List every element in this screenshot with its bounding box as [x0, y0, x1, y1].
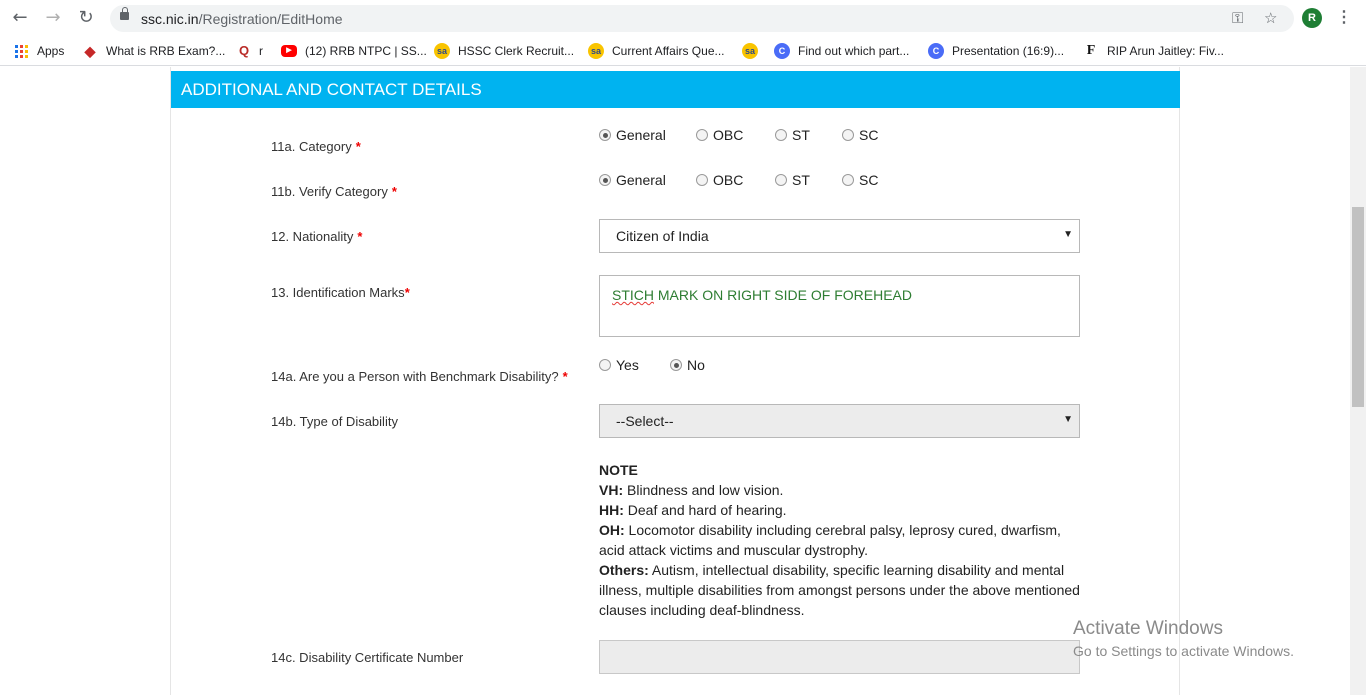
f-icon: F	[1086, 43, 1096, 58]
category-sc-radio[interactable]: SC	[842, 127, 878, 143]
page-content: ADDITIONAL AND CONTACT DETAILS 11a. Cate…	[0, 67, 1350, 695]
disability-yes-radio[interactable]: Yes	[599, 357, 639, 373]
quora-icon: Q	[238, 43, 250, 58]
apps-grid-icon	[15, 44, 28, 58]
benchmark-disability-label: 14a. Are you a Person with Benchmark Dis…	[271, 369, 568, 384]
nationality-select[interactable]: Citizen of India ▼	[599, 219, 1080, 253]
bookmark-current-affairs[interactable]: sa Current Affairs Que...	[588, 42, 725, 60]
sa-icon: sa	[434, 43, 450, 59]
bookmarks-bar: Apps ◆ What is RRB Exam?... Q r ▶ (12) R…	[0, 36, 1366, 66]
form-card: ADDITIONAL AND CONTACT DETAILS 11a. Cate…	[170, 67, 1180, 695]
dropdown-arrow-icon: ▼	[1063, 229, 1073, 240]
reload-icon[interactable]: ↻	[76, 8, 96, 28]
bookmark-rrb-exam[interactable]: ◆ What is RRB Exam?...	[82, 42, 226, 60]
category-general-radio[interactable]: General	[599, 127, 666, 143]
bookmark-apps[interactable]: Apps	[15, 42, 64, 60]
bookmark-find-out[interactable]: C Find out which part...	[774, 42, 909, 60]
identification-marks-label: 13. Identification Marks*	[271, 285, 410, 300]
sa-icon: sa	[588, 43, 604, 59]
note-vh: VH: Blindness and low vision.	[599, 482, 784, 498]
star-icon[interactable]: ☆	[1264, 9, 1277, 27]
category-st-radio[interactable]: ST	[775, 127, 810, 143]
sa-icon: sa	[742, 43, 758, 59]
disability-no-radio[interactable]: No	[670, 357, 705, 373]
identification-marks-textarea[interactable]: STICH MARK ON RIGHT SIDE OF FOREHEAD	[599, 275, 1080, 337]
verify-category-st-radio[interactable]: ST	[775, 172, 810, 188]
lock-icon	[120, 7, 129, 20]
browser-toolbar: ← → ↻ ssc.nic.in/Registration/EditHome ⚿…	[0, 0, 1366, 36]
profile-avatar[interactable]: R	[1302, 8, 1322, 28]
page-scrollbar[interactable]	[1350, 67, 1366, 695]
url-text: ssc.nic.in/Registration/EditHome	[141, 11, 343, 27]
section-header: ADDITIONAL AND CONTACT DETAILS	[171, 71, 1180, 108]
bookmark-presentation[interactable]: C Presentation (16:9)...	[928, 42, 1064, 60]
category-obc-radio[interactable]: OBC	[696, 127, 743, 143]
bookmark-rip-arun[interactable]: F RIP Arun Jaitley: Fiv...	[1083, 42, 1224, 60]
verify-category-label: 11b. Verify Category *	[271, 184, 397, 199]
key-icon[interactable]: ⚿	[1232, 9, 1243, 27]
forward-arrow-icon[interactable]: →	[43, 8, 63, 28]
back-arrow-icon[interactable]: ←	[10, 8, 30, 28]
disability-certificate-label: 14c. Disability Certificate Number	[271, 650, 464, 665]
verify-category-obc-radio[interactable]: OBC	[696, 172, 743, 188]
dropdown-arrow-icon: ▼	[1063, 414, 1073, 425]
disability-type-select[interactable]: --Select-- ▼	[599, 404, 1080, 438]
c-icon: C	[774, 43, 790, 59]
note-others: Others: Autism, intellectual disability,…	[599, 562, 1080, 618]
activate-windows-watermark: Activate Windows Go to Settings to activ…	[1073, 618, 1294, 659]
note-hh: HH: Deaf and hard of hearing.	[599, 502, 787, 518]
address-bar[interactable]: ssc.nic.in/Registration/EditHome ⚿ ☆	[110, 5, 1294, 32]
menu-icon[interactable]: ⋮	[1336, 7, 1352, 27]
bookmark-quora[interactable]: Q r	[236, 42, 263, 60]
bookmark-sa[interactable]: sa	[742, 42, 766, 60]
section-title: ADDITIONAL AND CONTACT DETAILS	[181, 80, 482, 99]
nationality-label: 12. Nationality *	[271, 229, 363, 244]
verify-category-general-radio[interactable]: General	[599, 172, 666, 188]
category-label: 11a. Category *	[271, 139, 361, 154]
diamond-icon: ◆	[84, 43, 96, 59]
disability-note: NOTE VH: Blindness and low vision. HH: D…	[599, 460, 1089, 620]
disability-certificate-input[interactable]	[599, 640, 1080, 674]
c-icon: C	[928, 43, 944, 59]
bookmark-rrb-ntpc[interactable]: ▶ (12) RRB NTPC | SS...	[281, 42, 427, 60]
note-oh: OH: Locomotor disability including cereb…	[599, 522, 1061, 558]
youtube-icon: ▶	[281, 45, 297, 57]
scrollbar-thumb[interactable]	[1352, 207, 1364, 407]
bookmark-hssc-clerk[interactable]: sa HSSC Clerk Recruit...	[434, 42, 574, 60]
note-heading: NOTE	[599, 462, 638, 478]
verify-category-sc-radio[interactable]: SC	[842, 172, 878, 188]
disability-type-label: 14b. Type of Disability	[271, 414, 398, 429]
